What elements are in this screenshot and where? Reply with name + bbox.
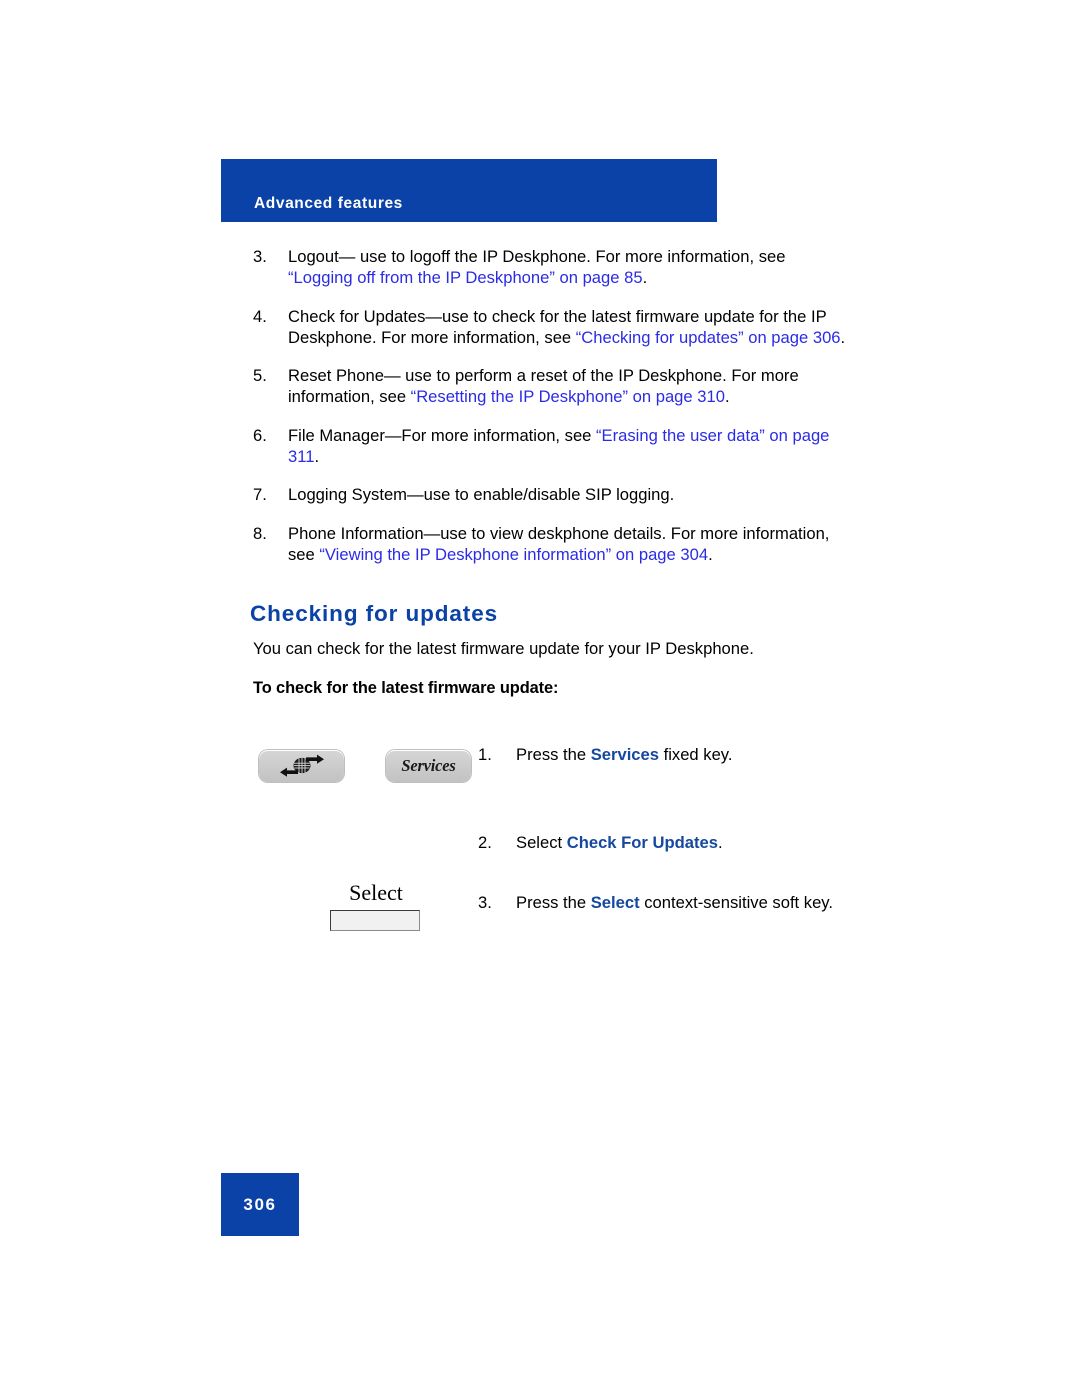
- list-item: 3. Logout— use to logoff the IP Deskphone…: [253, 246, 853, 289]
- list-item-number: 7.: [253, 485, 267, 505]
- list-item-number: 3.: [253, 247, 267, 266]
- select-softkey-label: Select: [349, 880, 403, 905]
- section-heading: Checking for updates: [250, 601, 499, 626]
- step-text-after: .: [717, 833, 723, 852]
- services-fixed-key-graphic[interactable]: [259, 750, 344, 782]
- list-item-number: 6.: [253, 425, 267, 445]
- list-item: 5. Reset Phone— use to perform a reset of…: [253, 365, 853, 408]
- step-text: Select Check For Updates.: [516, 832, 846, 853]
- procedure-title: To check for the latest firmware update:: [253, 679, 559, 697]
- step-number: 2.: [478, 833, 492, 852]
- step-text-before: Press the: [516, 893, 591, 912]
- select-softkey-graphic[interactable]: Select: [330, 880, 422, 931]
- step-number: 1.: [478, 745, 492, 764]
- list-item: 7. Logging System—use to enable/disable S…: [253, 484, 853, 505]
- list-item-text-plain-1: Logout— use to logoff the IP Deskphone. …: [288, 247, 786, 266]
- list-item-text-plain-1: Logging System—use to enable/disable SIP…: [288, 485, 675, 505]
- page-number: 306: [243, 1194, 277, 1214]
- list-item: 6. File Manager—For more information, see…: [253, 425, 853, 468]
- list-item-number: 4.: [253, 306, 267, 326]
- step-emphasis: Select: [590, 893, 640, 912]
- list-item-number: 5.: [253, 366, 267, 386]
- menu-item-list: 3. Logout— use to logoff the IP Deskphone…: [253, 246, 853, 565]
- step-text-before: Select: [516, 833, 567, 852]
- procedure-step-3: 3. Press the Select context-sensitive so…: [478, 892, 858, 913]
- step-number: 3.: [478, 893, 492, 912]
- cross-reference-link[interactable]: “Logging off from the IP Deskphone” on p…: [288, 268, 643, 287]
- running-header-bar: Advanced features: [221, 159, 717, 222]
- select-softkey-button[interactable]: [330, 910, 420, 931]
- step-text-after: context-sensitive soft key.: [639, 893, 833, 912]
- list-item-text-plain-1: File Manager—For more information, see: [288, 425, 597, 445]
- list-item-text-plain-2: .: [708, 544, 713, 564]
- list-item-text-plain-2: .: [642, 268, 648, 288]
- body-content: 3. Logout— use to logoff the IP Deskphone…: [253, 246, 853, 565]
- section-intro-paragraph: You can check for the latest firmware up…: [253, 639, 754, 658]
- services-globe-icon: [279, 754, 324, 777]
- step-text-after: fixed key.: [659, 745, 733, 764]
- cross-reference-link[interactable]: “Resetting the IP Deskphone” on page 310: [411, 387, 725, 406]
- list-item: 8. Phone Information—use to view deskphon…: [253, 523, 853, 566]
- page-number-block: 306: [221, 1173, 299, 1236]
- step-text-before: Press the: [516, 745, 591, 764]
- step-text: Press the Services fixed key.: [516, 744, 846, 765]
- list-item-text-plain-2: .: [724, 387, 730, 407]
- list-item: 4. Check for Updates—use to check for the…: [253, 306, 853, 349]
- procedure-step-2: 2. Select Check For Updates.: [478, 832, 858, 853]
- running-header-title: Advanced features: [254, 195, 403, 212]
- services-key-label: Services: [401, 756, 456, 775]
- services-label-key-graphic[interactable]: Services: [386, 750, 471, 782]
- cross-reference-link[interactable]: “Checking for updates” on page 306: [576, 328, 841, 347]
- step-emphasis: Check For Updates: [566, 833, 718, 852]
- cross-reference-link[interactable]: “Viewing the IP Deskphone information” o…: [319, 545, 708, 564]
- step-text: Press the Select context-sensitive soft …: [516, 892, 846, 913]
- list-item-text-plain-2: .: [314, 447, 320, 467]
- list-item-number: 8.: [253, 523, 267, 543]
- procedure-step-1: 1. Press the Services fixed key.: [478, 744, 858, 765]
- step-emphasis: Services: [590, 745, 659, 764]
- list-item-text-plain-2: .: [840, 327, 846, 347]
- document-page: Advanced features 3. Logout— use to logof…: [0, 0, 1080, 1397]
